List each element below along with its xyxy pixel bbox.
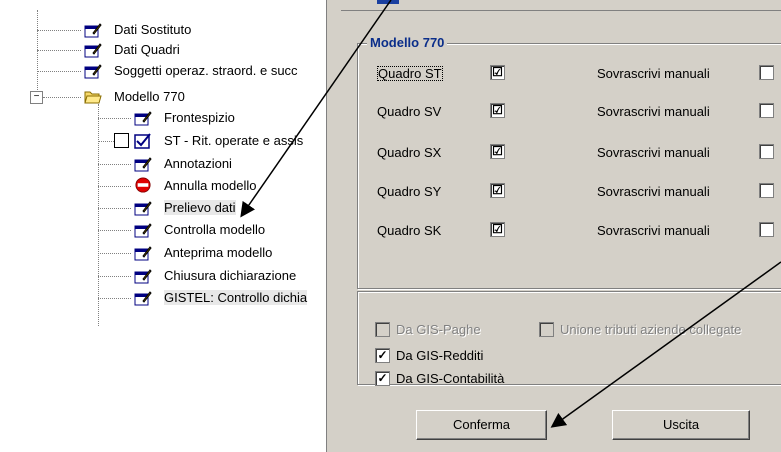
arrow-line: [240, 0, 392, 218]
arrow-line: [550, 261, 781, 428]
annotation-arrows: [240, 0, 781, 428]
